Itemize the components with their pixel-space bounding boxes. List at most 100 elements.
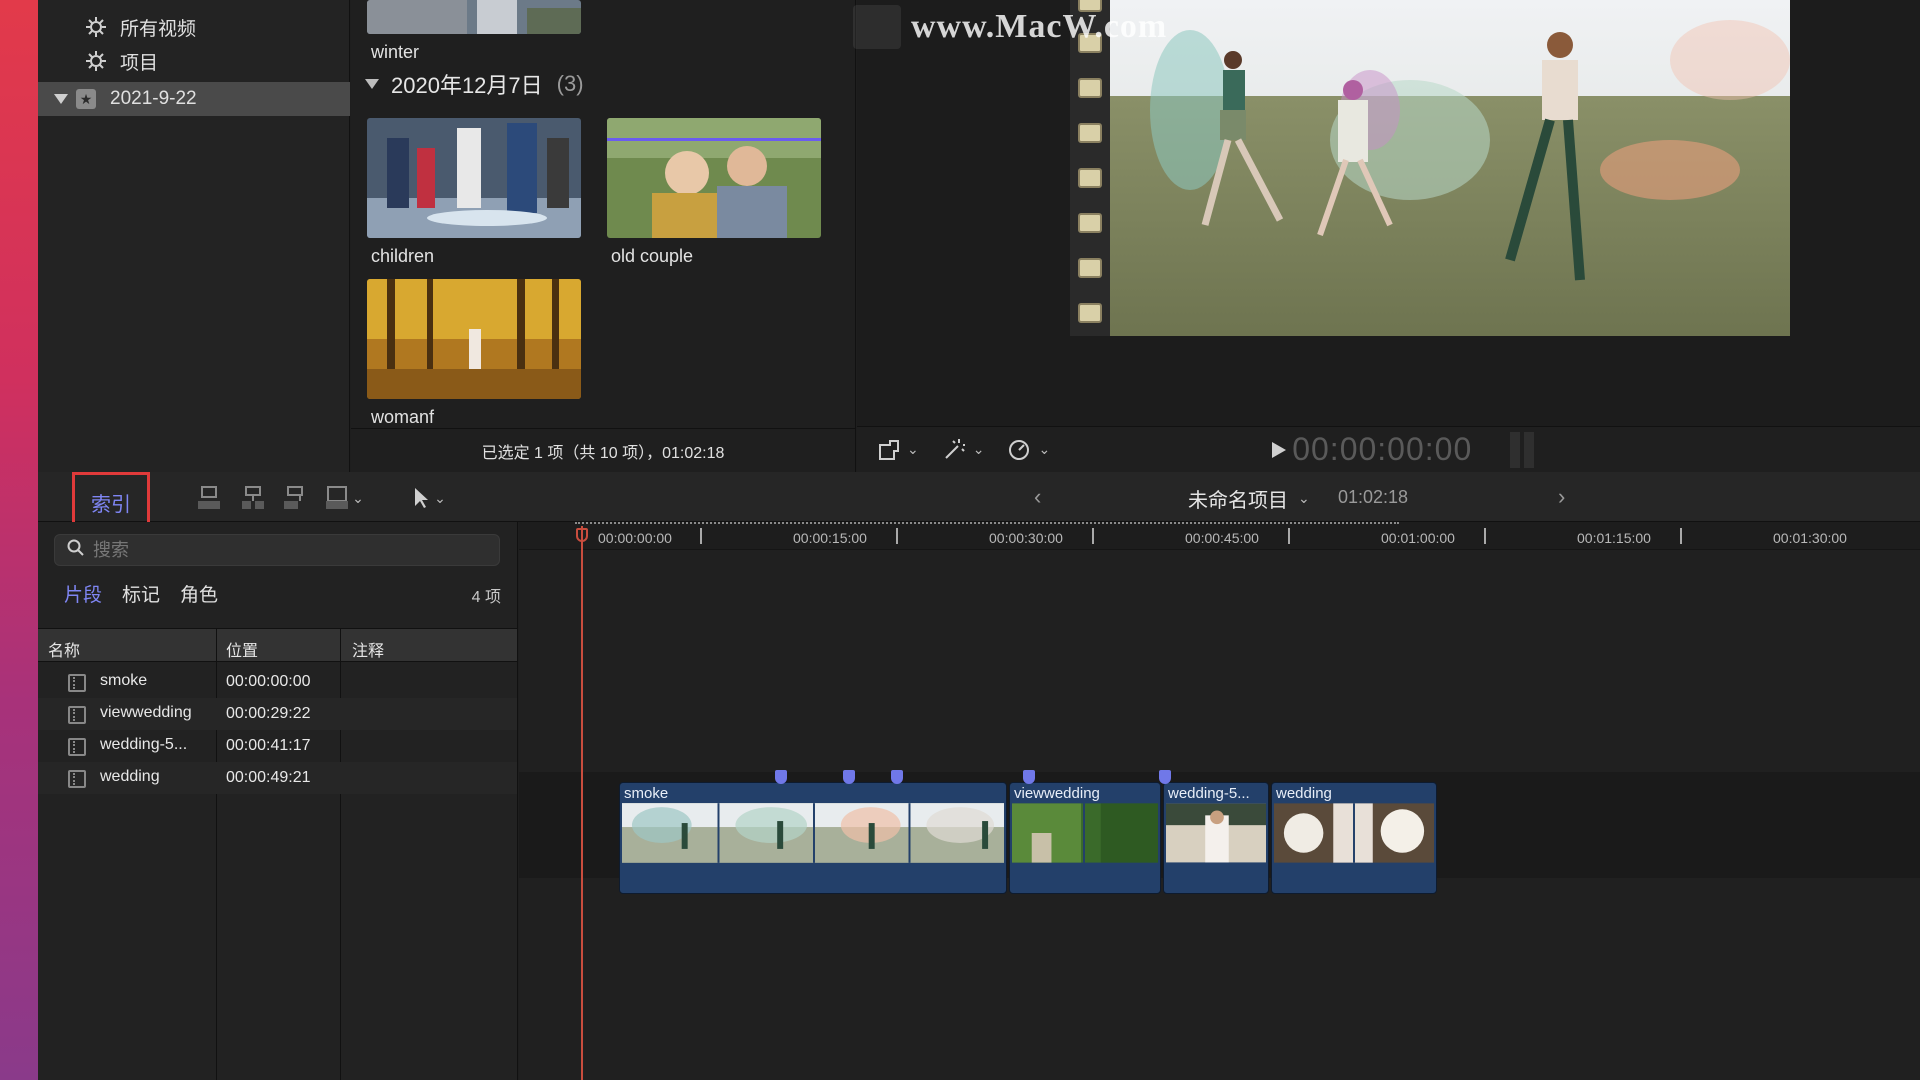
index-search[interactable] — [54, 534, 500, 566]
ruler-label: 00:01:15:00 — [1577, 530, 1651, 546]
timeline-clip-smoke[interactable]: smoke — [619, 782, 1007, 894]
clip-label: smoke — [624, 785, 669, 802]
ruler-label: 00:01:00:00 — [1381, 530, 1455, 546]
watermark-logo-icon — [853, 5, 901, 49]
history-back-icon[interactable]: ‹ — [1034, 484, 1041, 510]
sidebar-item-all-videos[interactable]: 所有视频 — [84, 11, 196, 43]
date-group-header[interactable]: 2020年12月7日 (3) — [365, 68, 584, 100]
chevron-down-icon[interactable]: ⌄ — [430, 484, 450, 512]
timeline[interactable]: 00:00:00:00 00:00:15:00 00:00:30:00 00:0… — [519, 522, 1920, 1080]
watermark: www.MacW.com — [853, 2, 1253, 52]
row-clip-position: 00:00:00:00 — [226, 673, 311, 690]
tab-tags[interactable]: 标记 — [122, 580, 160, 607]
media-browser: winter 2020年12月7日 (3) children old coupl… — [351, 0, 856, 472]
range-indicator — [575, 522, 1399, 525]
timeline-clip-wedding-5[interactable]: wedding-5... — [1163, 782, 1269, 894]
table-row[interactable]: wedding-5... 00:00:41:17 — [38, 730, 517, 762]
clip-label: viewwedding — [1014, 785, 1100, 802]
clip-thumbnail-old-couple[interactable] — [607, 118, 821, 238]
event-star-icon: ★ — [76, 89, 96, 109]
video-clip-icon — [68, 706, 86, 724]
sidebar-item-event-2021-9-22[interactable]: ★ 2021-9-22 — [38, 82, 350, 116]
retime-speedometer-icon[interactable] — [1006, 435, 1032, 465]
timeline-marker-icon[interactable] — [1023, 770, 1035, 784]
table-row[interactable]: smoke 00:00:00:00 — [38, 666, 517, 698]
ruler-label: 00:00:00:00 — [598, 530, 672, 546]
video-clip-icon — [68, 738, 86, 756]
row-clip-position: 00:00:49:21 — [226, 769, 311, 786]
clip-thumbnail-womanf[interactable] — [367, 279, 581, 399]
row-clip-name: smoke — [100, 672, 148, 689]
disclosure-triangle-icon[interactable] — [54, 94, 68, 104]
libraries-sidebar: 所有视频 项目 ★ 2021-9-22 — [38, 0, 350, 472]
table-row[interactable]: viewwedding 00:00:29:22 — [38, 698, 517, 730]
timeline-marker-icon[interactable] — [1159, 770, 1171, 784]
table-row[interactable]: wedding 00:00:49:21 — [38, 762, 517, 794]
clip-name: winter — [371, 42, 420, 62]
chevron-down-icon[interactable]: ⌄ — [973, 441, 985, 458]
chevron-down-icon[interactable]: ⌄ — [1038, 441, 1050, 458]
row-clip-name: wedding-5... — [100, 736, 188, 753]
insert-clip-icon[interactable] — [238, 484, 268, 512]
magic-wand-enhance-icon[interactable] — [941, 435, 967, 465]
watermark-text: www.MacW.com — [911, 8, 1168, 45]
clip-label: wedding-5... — [1168, 785, 1250, 802]
project-duration: 01:02:18 — [1338, 487, 1409, 507]
timeline-marker-icon[interactable] — [843, 770, 855, 784]
search-icon — [67, 539, 85, 562]
timeline-ruler[interactable]: 00:00:00:00 00:00:15:00 00:00:30:00 00:0… — [519, 522, 1920, 550]
row-clip-name: viewwedding — [100, 704, 192, 721]
history-forward-icon[interactable]: › — [1558, 484, 1565, 510]
project-title[interactable]: 未命名项目 ⌄ — [1188, 484, 1310, 513]
append-clip-icon[interactable] — [280, 484, 310, 512]
ruler-label: 00:01:30:00 — [1773, 530, 1847, 546]
timeline-marker-icon[interactable] — [891, 770, 903, 784]
ruler-label: 00:00:45:00 — [1185, 530, 1259, 546]
disclosure-triangle-icon[interactable] — [365, 79, 379, 89]
search-input[interactable] — [93, 539, 473, 561]
group-count: (3) — [556, 71, 584, 96]
clip-filmstrip — [1012, 803, 1158, 863]
tab-roles[interactable]: 角色 — [180, 580, 218, 607]
row-clip-name: wedding — [100, 768, 160, 785]
tab-clips[interactable]: 片段 — [64, 580, 102, 607]
clip-filmstrip — [622, 803, 1004, 863]
column-header-position[interactable]: 位置 — [226, 637, 258, 661]
play-icon[interactable] — [1270, 435, 1288, 465]
timeline-marker-icon[interactable] — [775, 770, 787, 784]
clip-name: old couple — [611, 246, 694, 266]
smart-collection-gear-icon — [84, 49, 108, 73]
index-column-header: 名称 位置 注释 — [38, 628, 517, 662]
timeline-clip-wedding[interactable]: wedding — [1271, 782, 1437, 894]
connect-clip-icon[interactable] — [194, 484, 224, 512]
final-cut-pro-window: 所有视频 项目 ★ 2021-9-22 winter 2020年12月7日 (3… — [38, 0, 1920, 1080]
timeline-toolbar: 索引 ⌄ ⌄ ‹ 未命名项目 ⌄ 01:02:18 › — [38, 472, 1920, 532]
chevron-down-icon[interactable]: ⌄ — [1298, 490, 1310, 507]
desktop-background-edge — [0, 0, 38, 1080]
sidebar-item-projects[interactable]: 项目 — [84, 45, 158, 77]
viewer: www.MacW.com ⌄ ⌄ ⌄ 00:00:00:00 — [853, 0, 1920, 472]
timeline-clip-viewwedding[interactable]: viewwedding — [1009, 782, 1161, 894]
chevron-down-icon[interactable]: ⌄ — [907, 441, 919, 458]
timeline-index-panel: 片段 标记 角色 4 项 名称 位置 注释 smoke 00:00:00:00 … — [38, 522, 518, 1080]
column-header-name[interactable]: 名称 — [48, 637, 80, 661]
ruler-label: 00:00:15:00 — [793, 530, 867, 546]
column-header-notes[interactable]: 注释 — [352, 637, 384, 661]
chevron-down-icon[interactable]: ⌄ — [348, 484, 368, 512]
index-tabs: 片段 标记 角色 — [64, 580, 238, 607]
sidebar-item-label: 所有视频 — [120, 18, 197, 40]
audio-meter-icon — [1510, 431, 1535, 468]
video-clip-icon — [68, 770, 86, 788]
video-clip-icon — [68, 674, 86, 692]
clip-thumbnail-children[interactable] — [367, 118, 581, 238]
transform-crop-icon[interactable] — [875, 435, 901, 465]
playhead[interactable] — [581, 526, 583, 1080]
project-name: 未命名项目 — [1188, 490, 1288, 512]
sidebar-item-label: 2021-9-22 — [110, 88, 197, 109]
ruler-label: 00:00:30:00 — [989, 530, 1063, 546]
index-item-count: 4 项 — [471, 589, 501, 606]
clip-thumbnail-winter[interactable] — [367, 0, 581, 34]
group-title: 2020年12月7日 — [391, 73, 543, 98]
clip-name: children — [371, 246, 435, 266]
clip-filmstrip — [1166, 803, 1266, 863]
